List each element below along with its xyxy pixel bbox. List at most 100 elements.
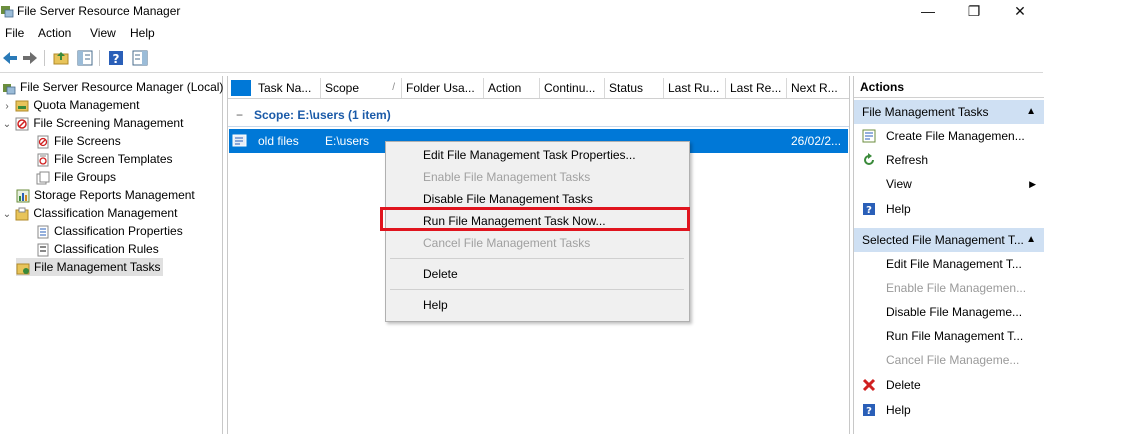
action-help[interactable]: ? Help (854, 197, 1044, 221)
properties-icon (37, 225, 49, 239)
rules-icon (37, 243, 49, 257)
tree-item-file-screen-templates[interactable]: File Screen Templates (36, 150, 173, 168)
menu-action[interactable]: Action (37, 26, 72, 40)
classification-icon (15, 207, 29, 221)
tree-item-label: Quota Management (33, 98, 140, 112)
actions-group-label: File Management Tasks (862, 105, 989, 119)
toolbar-separator (44, 50, 45, 66)
action-label: Help (886, 403, 911, 417)
menu-file[interactable]: File (4, 26, 25, 40)
actions-group-label: Selected File Management T... (862, 233, 1024, 247)
tree-item-label: File Server Resource Manager (Local) (20, 80, 224, 94)
action-cancel-task: Cancel File Manageme... (886, 353, 1020, 367)
action-label: Help (886, 202, 911, 216)
column-task-name[interactable]: Task Na... (254, 78, 321, 98)
tree-item-file-management-tasks[interactable]: File Management Tasks (16, 258, 163, 276)
action-enable-task: Enable File Managemen... (886, 281, 1027, 295)
group-header[interactable]: − Scope: E:\users (1 item) (228, 104, 849, 127)
menu-view[interactable]: View (89, 26, 117, 40)
action-delete[interactable]: Delete (854, 373, 1044, 397)
cell-next-run: 26/02/2... (791, 134, 842, 148)
collapse-arrow-icon[interactable]: ⌄ (2, 116, 12, 134)
action-refresh[interactable]: Refresh (854, 148, 1044, 172)
action-label: Refresh (886, 153, 929, 167)
menu-bar: File Action View Help (0, 24, 1043, 44)
action-create-task[interactable]: Create File Managemen... (854, 124, 1044, 148)
forward-arrow-icon[interactable] (21, 49, 39, 67)
column-folder-usage[interactable]: Folder Usa... (402, 78, 484, 98)
ctx-help[interactable]: Help (386, 294, 689, 316)
help-icon: ? (863, 404, 875, 417)
minimize-button[interactable]: — (905, 0, 951, 24)
ctx-delete[interactable]: Delete (386, 263, 689, 285)
server-icon (3, 83, 16, 95)
collapse-arrow-icon[interactable]: ⌄ (2, 206, 12, 224)
tree-item-label: Classification Properties (54, 224, 183, 238)
collapse-group-icon[interactable]: − (236, 104, 243, 126)
menu-help[interactable]: Help (129, 26, 156, 40)
column-scope[interactable]: Scope / (321, 78, 402, 98)
tree-item-quota-management[interactable]: › Quota Management (2, 96, 139, 114)
column-last-report[interactable]: Last Re... (726, 78, 787, 98)
tree-item-file-screening-management[interactable]: ⌄ File Screening Management (2, 114, 183, 132)
tree-item-label: Storage Reports Management (34, 188, 195, 202)
action-help-selected[interactable]: ? Help (854, 398, 1044, 422)
tasks-icon (16, 263, 30, 275)
tree-item-classification-management[interactable]: ⌄ Classification Management (2, 204, 177, 222)
help-icon[interactable]: ? (107, 49, 125, 67)
tree-item-storage-reports-management[interactable]: Storage Reports Management (16, 186, 195, 204)
ctx-edit-properties[interactable]: Edit File Management Task Properties... (386, 144, 689, 166)
tree-item-label: Classification Management (33, 206, 178, 220)
column-last-run[interactable]: Last Ru... (664, 78, 726, 98)
delete-icon (862, 378, 876, 392)
tree-item-label: File Screens (54, 134, 121, 148)
maximize-button[interactable]: ❐ (951, 0, 997, 24)
tree-item-classification-properties[interactable]: Classification Properties (36, 222, 183, 240)
header-selected-block (231, 80, 251, 96)
tree-item-label: Classification Rules (54, 242, 159, 256)
reports-icon (16, 189, 30, 203)
refresh-icon (864, 153, 874, 165)
action-edit-task[interactable]: Edit File Management T... (854, 252, 1044, 276)
collapse-triangle-icon[interactable]: ▲ (1026, 100, 1036, 124)
show-hide-tree-icon[interactable] (76, 49, 94, 67)
action-disable-task[interactable]: Disable File Manageme... (854, 300, 1044, 324)
console-tree: File Server Resource Manager (Local) › Q… (0, 76, 223, 434)
back-arrow-icon[interactable] (1, 49, 19, 67)
tree-item-label: File Management Tasks (34, 260, 161, 274)
ctx-cancel-tasks: Cancel File Management Tasks (423, 236, 591, 250)
tree-item-classification-rules[interactable]: Classification Rules (36, 240, 159, 258)
highlight-annotation-box (380, 207, 690, 231)
menu-separator (390, 289, 684, 290)
up-folder-icon[interactable] (52, 49, 70, 67)
ctx-enable-tasks: Enable File Management Tasks (423, 170, 591, 184)
close-button[interactable]: ✕ (997, 0, 1043, 24)
column-divider-icon: / (392, 82, 395, 93)
actions-group-selected-task[interactable]: Selected File Management T... ▲ (854, 228, 1044, 252)
column-action[interactable]: Action (484, 78, 540, 98)
context-menu: Edit File Management Task Properties... … (385, 141, 690, 322)
tree-item-file-groups[interactable]: File Groups (36, 168, 116, 186)
column-continuous[interactable]: Continu... (540, 78, 605, 98)
action-run-task[interactable]: Run File Management T... (854, 324, 1044, 348)
svg-text:?: ? (113, 52, 120, 66)
task-row-icon (232, 134, 247, 147)
fsrm-app-icon (1, 6, 14, 18)
action-view[interactable]: View ▶ (854, 172, 1044, 196)
tree-item-file-screens[interactable]: File Screens (36, 132, 121, 150)
collapse-triangle-icon[interactable]: ▲ (1026, 228, 1036, 252)
submenu-arrow-icon: ▶ (1029, 179, 1036, 189)
column-next-run[interactable]: Next R... (787, 78, 849, 98)
svg-text:?: ? (866, 406, 872, 417)
file-screen-icon (37, 135, 49, 149)
tree-item-fsrm-root[interactable]: File Server Resource Manager (Local) (2, 78, 223, 96)
column-status[interactable]: Status (605, 78, 664, 98)
list-header: Task Na... Scope / Folder Usa... Action C… (228, 78, 849, 99)
show-hide-action-pane-icon[interactable] (131, 49, 149, 67)
actions-group-file-management-tasks[interactable]: File Management Tasks ▲ (854, 100, 1044, 124)
title-bar: File Server Resource Manager — ❐ ✕ (0, 0, 1043, 24)
action-label: Delete (886, 378, 921, 392)
action-label: View (886, 177, 912, 191)
toolbar-separator (99, 50, 100, 66)
column-scope-label: Scope (325, 81, 360, 95)
